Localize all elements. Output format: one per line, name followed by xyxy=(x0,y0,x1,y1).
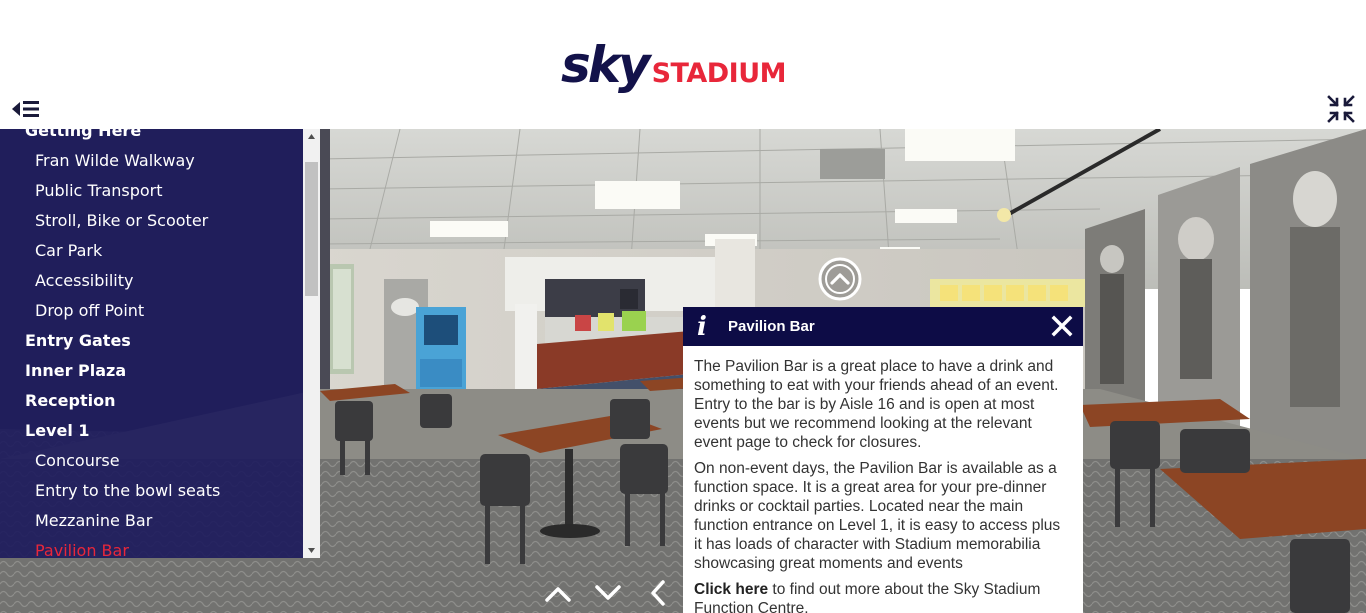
sidebar-item-mezzanine-bar[interactable]: Mezzanine Bar xyxy=(0,506,303,536)
sidebar-menu: Getting Here Fran Wilde Walkway Public T… xyxy=(0,129,320,558)
info-popup-body: The Pavilion Bar is a great place to hav… xyxy=(683,346,1083,613)
sidebar-item-reception[interactable]: Reception xyxy=(0,386,303,416)
scroll-down-arrow-icon[interactable] xyxy=(303,541,320,558)
sidebar-scrollbar[interactable] xyxy=(303,129,320,558)
sidebar-item-drop-off-point[interactable]: Drop off Point xyxy=(0,296,303,326)
chevron-up-circle-icon[interactable] xyxy=(817,256,863,302)
info-popup: i Pavilion Bar The Pavilion Bar is a gre… xyxy=(683,307,1083,613)
sky-stadium-logo[interactable]: sky STADIUM xyxy=(561,36,787,94)
chevron-down-icon[interactable] xyxy=(594,580,622,606)
scroll-thumb[interactable] xyxy=(305,162,318,296)
info-paragraph-1: The Pavilion Bar is a great place to hav… xyxy=(694,358,1059,451)
close-icon[interactable] xyxy=(1051,315,1073,337)
info-paragraph-2: On non-event days, the Pavilion Bar is a… xyxy=(694,460,1061,572)
exit-fullscreen-icon[interactable] xyxy=(1327,95,1355,123)
sidebar-item-concourse[interactable]: Concourse xyxy=(0,446,303,476)
sidebar-item-level-1[interactable]: Level 1 xyxy=(0,416,303,446)
logo-stadium-text: STADIUM xyxy=(651,58,787,89)
chevron-up-icon[interactable] xyxy=(544,580,572,606)
sidebar-item-fran-wilde-walkway[interactable]: Fran Wilde Walkway xyxy=(0,146,303,176)
sidebar-list: Getting Here Fran Wilde Walkway Public T… xyxy=(0,129,303,558)
info-popup-title: Pavilion Bar xyxy=(728,318,815,335)
header: sky STADIUM xyxy=(0,0,1366,129)
chevron-left-icon[interactable] xyxy=(646,580,674,606)
sidebar-item-accessibility[interactable]: Accessibility xyxy=(0,266,303,296)
scroll-up-arrow-icon[interactable] xyxy=(303,129,320,146)
sidebar-item-car-park[interactable]: Car Park xyxy=(0,236,303,266)
sidebar-item-entry-gates[interactable]: Entry Gates xyxy=(0,326,303,356)
info-icon: i xyxy=(697,312,707,342)
sidebar-item-getting-here[interactable]: Getting Here xyxy=(0,129,303,146)
sidebar-item-pavilion-bar[interactable]: Pavilion Bar xyxy=(0,536,303,558)
function-centre-link[interactable]: Click here xyxy=(694,581,768,598)
sidebar-item-public-transport[interactable]: Public Transport xyxy=(0,176,303,206)
sidebar-item-stroll-bike-scooter[interactable]: Stroll, Bike or Scooter xyxy=(0,206,303,236)
info-popup-header: i Pavilion Bar xyxy=(683,307,1083,346)
sidebar-item-inner-plaza[interactable]: Inner Plaza xyxy=(0,356,303,386)
logo-sky-text: sky xyxy=(561,36,651,94)
info-link-line: Click here to find out more about the Sk… xyxy=(694,580,1072,613)
sidebar-item-entry-to-bowl-seats[interactable]: Entry to the bowl seats xyxy=(0,476,303,506)
menu-collapse-icon[interactable] xyxy=(11,98,41,120)
